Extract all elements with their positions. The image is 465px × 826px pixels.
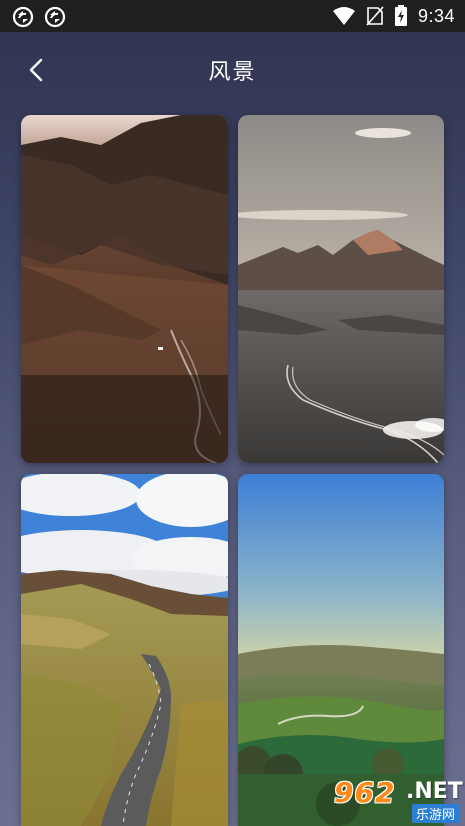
wallpaper-image <box>21 115 228 463</box>
wallpaper-card[interactable] <box>21 115 228 463</box>
wallpaper-card[interactable] <box>238 474 444 826</box>
wallpaper-image <box>238 474 444 826</box>
wallpaper-grid <box>0 0 465 826</box>
wallpaper-card[interactable] <box>21 474 228 826</box>
watermark-cn: 乐游网 <box>412 804 460 823</box>
watermark-number: 962 <box>334 776 396 809</box>
wallpaper-card[interactable] <box>238 115 444 463</box>
wallpaper-image <box>238 115 444 463</box>
site-watermark: 962 .NET 乐游网 <box>330 776 463 823</box>
wallpaper-image <box>21 474 228 826</box>
watermark-suffix: .NET <box>406 779 463 804</box>
